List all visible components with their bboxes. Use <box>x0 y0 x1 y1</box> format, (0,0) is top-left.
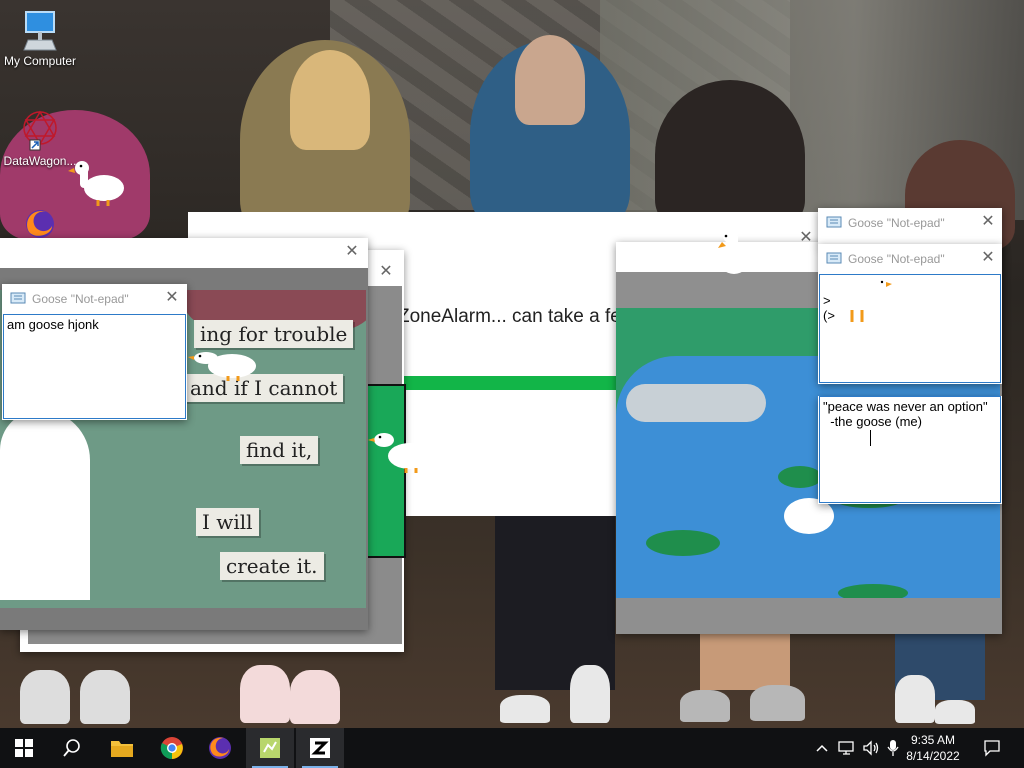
folder-icon <box>111 741 133 757</box>
wallpaper-shoe <box>570 665 610 723</box>
text-cursor <box>870 430 871 446</box>
notepad-text-area[interactable]: am goose hjonk <box>3 314 186 419</box>
meme-word: find it, <box>240 436 319 464</box>
wallpaper-shoe <box>290 670 340 724</box>
goose-app-icon <box>260 738 280 758</box>
clock-time: 9:35 AM <box>910 733 956 747</box>
network-icon <box>838 741 854 755</box>
goose-notepad-window[interactable]: Goose "Not-epad" ✕ <box>818 208 1002 246</box>
taskbar-app-goose[interactable] <box>246 728 294 768</box>
firefox-desktop-icon[interactable] <box>18 206 62 240</box>
window-titlebar[interactable]: Goose "Not-epad" ✕ <box>2 284 187 314</box>
desktop-icon-label: My Computer <box>3 54 77 68</box>
chrome-icon <box>160 737 183 760</box>
wallpaper-legs <box>700 630 790 690</box>
computer-icon <box>22 10 58 52</box>
pond-lilypad <box>838 584 908 598</box>
window-title: Goose "Not-epad" <box>32 292 129 306</box>
goose-icon[interactable] <box>368 426 434 474</box>
pond-lilypad <box>646 530 720 556</box>
wallpaper-person <box>515 35 585 125</box>
goose-notepad-window[interactable]: "peace was never an option" -the goose (… <box>818 396 1002 504</box>
taskbar-app-chrome[interactable] <box>148 728 196 768</box>
close-icon[interactable]: ✕ <box>978 248 998 268</box>
wallpaper-shoe <box>750 685 805 721</box>
wallpaper-person <box>290 50 370 150</box>
clock-date: 8/14/2022 <box>906 749 960 763</box>
meme-word: I will <box>196 508 259 536</box>
start-button[interactable] <box>0 728 48 768</box>
close-icon[interactable]: ✕ <box>162 288 182 308</box>
taskbar-app-firefox[interactable] <box>196 728 244 768</box>
wallpaper-shoe <box>80 670 130 724</box>
taskbar: 9:35 AM 8/14/2022 <box>0 728 1024 768</box>
window-titlebar[interactable]: ✕ <box>0 238 368 268</box>
close-icon[interactable]: ✕ <box>376 262 396 282</box>
wallpaper-legs <box>495 510 615 690</box>
wallpaper-shoe <box>680 690 730 722</box>
search-icon <box>63 739 80 757</box>
taskbar-app-zonealarm[interactable] <box>296 728 344 768</box>
desktop-icon-datawagon[interactable]: DataWagon... <box>0 108 80 168</box>
goose-icon[interactable] <box>708 226 756 278</box>
window-titlebar[interactable]: Goose "Not-epad" ✕ <box>818 244 1002 274</box>
notifications-icon <box>984 740 1000 757</box>
wallpaper-shoe <box>935 700 975 724</box>
volume-icon <box>863 740 879 756</box>
firefox-icon <box>209 737 231 759</box>
window-title: Goose "Not-epad" <box>848 252 945 266</box>
tray-volume-button[interactable] <box>860 728 882 768</box>
tray-network-button[interactable] <box>836 728 858 768</box>
notifications-button[interactable] <box>980 728 1004 768</box>
search-button[interactable] <box>48 728 96 768</box>
wallpaper-person <box>655 80 805 230</box>
close-icon[interactable]: ✕ <box>342 242 362 262</box>
wallpaper-shoe <box>500 695 550 723</box>
notepad-text-area[interactable]: "peace was never an option" -the goose (… <box>819 396 1001 503</box>
windows-logo-icon <box>15 739 33 757</box>
meme-decor <box>0 410 90 600</box>
meme-word: ing for trouble <box>194 320 354 348</box>
taskbar-app-file-explorer[interactable] <box>98 728 146 768</box>
goose-icon[interactable] <box>832 276 892 332</box>
meme-word: create it. <box>220 552 324 580</box>
wallpaper-shoe <box>240 665 290 723</box>
goose-notepad-window[interactable]: Goose "Not-epad" ✕ am goose hjonk <box>2 284 187 420</box>
notepad-icon <box>826 216 842 228</box>
desktop-icon-my-computer[interactable]: My Computer <box>0 10 80 68</box>
chevron-up-icon <box>816 744 828 752</box>
zonealarm-icon <box>310 738 330 758</box>
goose-icon[interactable] <box>188 346 260 382</box>
zonealarm-message: ZoneAlarm... can take a fe <box>398 306 621 327</box>
taskbar-clock[interactable]: 9:35 AM 8/14/2022 <box>898 732 968 764</box>
notepad-icon <box>10 292 26 304</box>
wallpaper-shoe <box>20 670 70 724</box>
tray-show-hidden-button[interactable] <box>812 728 832 768</box>
pond-lilypad <box>778 466 822 488</box>
pond-rock <box>626 384 766 422</box>
close-icon[interactable]: ✕ <box>978 212 998 232</box>
desktop: My Computer DataWagon... ✕ ZoneAlarm... … <box>0 0 1024 728</box>
wallpaper-shoe <box>895 675 935 723</box>
datawagon-icon <box>18 108 62 152</box>
goose-icon[interactable] <box>64 160 128 208</box>
window-title: Goose "Not-epad" <box>848 216 945 230</box>
notepad-icon <box>826 252 842 264</box>
window-titlebar[interactable]: Goose "Not-epad" ✕ <box>818 208 1002 238</box>
